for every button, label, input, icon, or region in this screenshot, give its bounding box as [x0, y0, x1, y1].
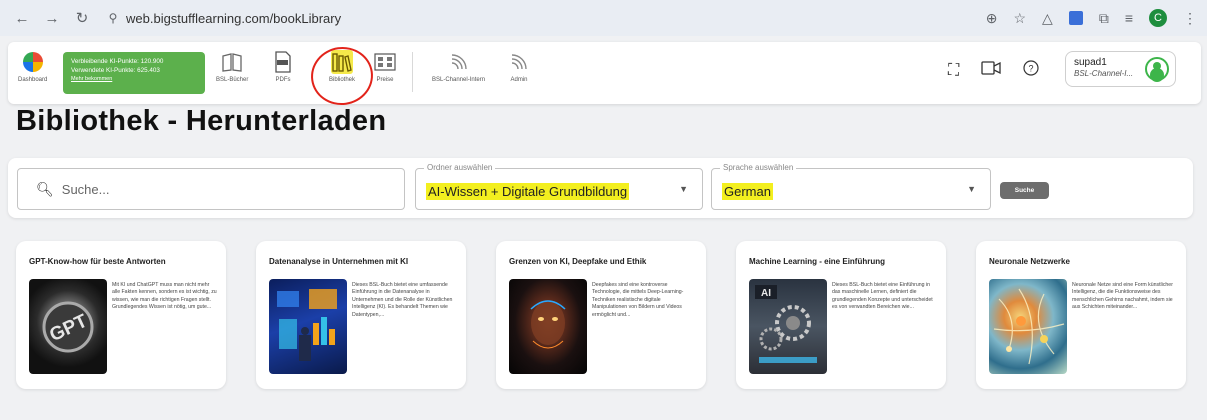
ki-remaining: Verbleibende KI-Punkte: 120.900: [71, 58, 164, 65]
extensions-puzzle-icon[interactable]: ⧉: [1099, 10, 1109, 27]
rss-feed-icon: [508, 50, 530, 74]
nav-label: Admin: [510, 77, 528, 83]
book-cover-deepfake[interactable]: [509, 279, 587, 374]
help-icon[interactable]: ?: [1023, 60, 1039, 81]
forward-icon[interactable]: →: [44, 10, 60, 27]
book-title: Grenzen von KI, Deepfake und Ethik: [509, 257, 647, 266]
nav-pdfs[interactable]: PDFs: [272, 50, 294, 83]
open-book-icon: [221, 50, 243, 74]
nav-dashboard[interactable]: Dashboard: [18, 50, 47, 83]
dashboard-logo-icon: [22, 52, 43, 72]
extension-icon[interactable]: [1068, 11, 1083, 25]
bookmark-star-icon[interactable]: ☆: [1013, 10, 1026, 27]
site-info-icon[interactable]: ⚲: [100, 11, 126, 25]
search-input[interactable]: 🔍︎ Suche...: [17, 168, 405, 210]
book-title: GPT-Know-how für beste Antworten: [29, 257, 166, 266]
book-cover-gpt[interactable]: GPT: [29, 279, 107, 374]
divider: [412, 52, 413, 92]
reading-list-icon[interactable]: ≡: [1125, 10, 1133, 26]
nav-bsl-books[interactable]: BSL-Bücher: [216, 50, 248, 83]
book-title: Datenanalyse in Unternehmen mit KI: [269, 257, 409, 266]
red-annotation-circle: [307, 42, 377, 110]
user-card[interactable]: supad1 BSL-Channel-I...: [1065, 51, 1176, 87]
book-card[interactable]: Datenanalyse in Unternehmen mit KI Diese…: [256, 241, 466, 389]
dropdown-arrow-icon: ▼: [967, 184, 976, 194]
book-cover-machine-learning[interactable]: AI: [749, 279, 827, 374]
browser-toolbar: ← → ↻ ⚲ web.bigstufflearning.com/bookLib…: [0, 0, 1207, 36]
address-bar[interactable]: ⚲ web.bigstufflearning.com/bookLibrary: [100, 5, 1000, 31]
app-header: Dashboard Verbleibende KI-Punkte: 120.90…: [8, 42, 1201, 110]
dropdown-arrow-icon: ▼: [679, 184, 688, 194]
ki-points-box: Verbleibende KI-Punkte: 120.900 Verwende…: [63, 52, 205, 94]
book-description: Dieses BSL-Buch bietet eine umfassende E…: [352, 282, 453, 318]
menu-kebab-icon[interactable]: ⋮: [1183, 10, 1197, 27]
nav-label: Preise: [376, 77, 394, 83]
rss-feed-icon: [448, 50, 470, 74]
nav-label: Dashboard: [18, 77, 48, 83]
folder-label: Ordner auswählen: [424, 163, 496, 172]
fullscreen-icon[interactable]: ⛶: [948, 62, 959, 80]
book-card[interactable]: Grenzen von KI, Deepfake und Ethik Deepf…: [496, 241, 706, 389]
folder-value: AI-Wissen + Digitale Grundbildung: [426, 183, 630, 200]
user-avatar-icon[interactable]: [1145, 57, 1169, 81]
nav-label: PDFs: [275, 77, 291, 83]
nav-admin[interactable]: Admin: [508, 50, 530, 83]
svg-text:?: ?: [1029, 64, 1034, 74]
language-value: German: [722, 183, 773, 200]
book-description: Mit KI und ChatGPT muss man nicht mehr a…: [112, 282, 217, 311]
book-cover-neural-networks[interactable]: [989, 279, 1067, 374]
book-description: Deepfakes sind eine kontroverse Technolo…: [592, 282, 684, 318]
nav-bsl-channel-intern[interactable]: BSL-Channel-Intern: [432, 50, 485, 83]
book-card[interactable]: GPT-Know-how für beste Antworten GPT Mit…: [16, 241, 226, 389]
url-text: web.bigstufflearning.com/bookLibrary: [126, 10, 342, 26]
language-label: Sprache auswählen: [720, 163, 797, 172]
video-camera-icon[interactable]: [981, 61, 1001, 80]
search-button[interactable]: Suche: [1000, 182, 1049, 199]
zoom-icon[interactable]: ⊕: [986, 10, 998, 27]
book-card[interactable]: Machine Learning - eine Einführung AI Di…: [736, 241, 946, 389]
book-description: Dieses BSL-Buch bietet eine Einführung i…: [832, 282, 933, 311]
nav-label: BSL-Channel-Intern: [432, 77, 486, 83]
pdf-icon: [272, 50, 294, 74]
book-card[interactable]: Neuronale Netzwerke Neuronale Netze sind…: [976, 241, 1186, 389]
ki-used: Verwendete KI-Punkte: 625.403: [71, 67, 160, 74]
book-title: Neuronale Netzwerke: [989, 257, 1070, 266]
folder-select[interactable]: Ordner auswählen AI-Wissen + Digitale Gr…: [415, 163, 703, 210]
profile-avatar[interactable]: C: [1149, 9, 1167, 27]
book-cover-data-analysis[interactable]: [269, 279, 347, 374]
search-placeholder: Suche...: [61, 181, 110, 197]
book-title: Machine Learning - eine Einführung: [749, 257, 886, 266]
search-icon: 🔍︎: [36, 180, 54, 197]
get-more-link[interactable]: Mehr bekommen: [71, 75, 197, 84]
filter-bar: 🔍︎ Suche... Ordner auswählen AI-Wissen +…: [8, 158, 1193, 218]
reload-icon[interactable]: ↻: [74, 9, 90, 27]
svg-text:AI: AI: [761, 288, 771, 299]
prices-icon: [374, 50, 396, 74]
back-icon[interactable]: ←: [14, 10, 30, 27]
language-select[interactable]: Sprache auswählen German ▼: [711, 163, 991, 210]
page-title: Bibliothek - Herunterladen: [16, 105, 387, 137]
book-description: Neuronale Netze sind eine Form künstlich…: [1072, 282, 1173, 311]
nav-prices[interactable]: Preise: [374, 50, 396, 83]
nav-label: BSL-Bücher: [216, 77, 249, 83]
drive-icon[interactable]: △: [1042, 10, 1053, 27]
